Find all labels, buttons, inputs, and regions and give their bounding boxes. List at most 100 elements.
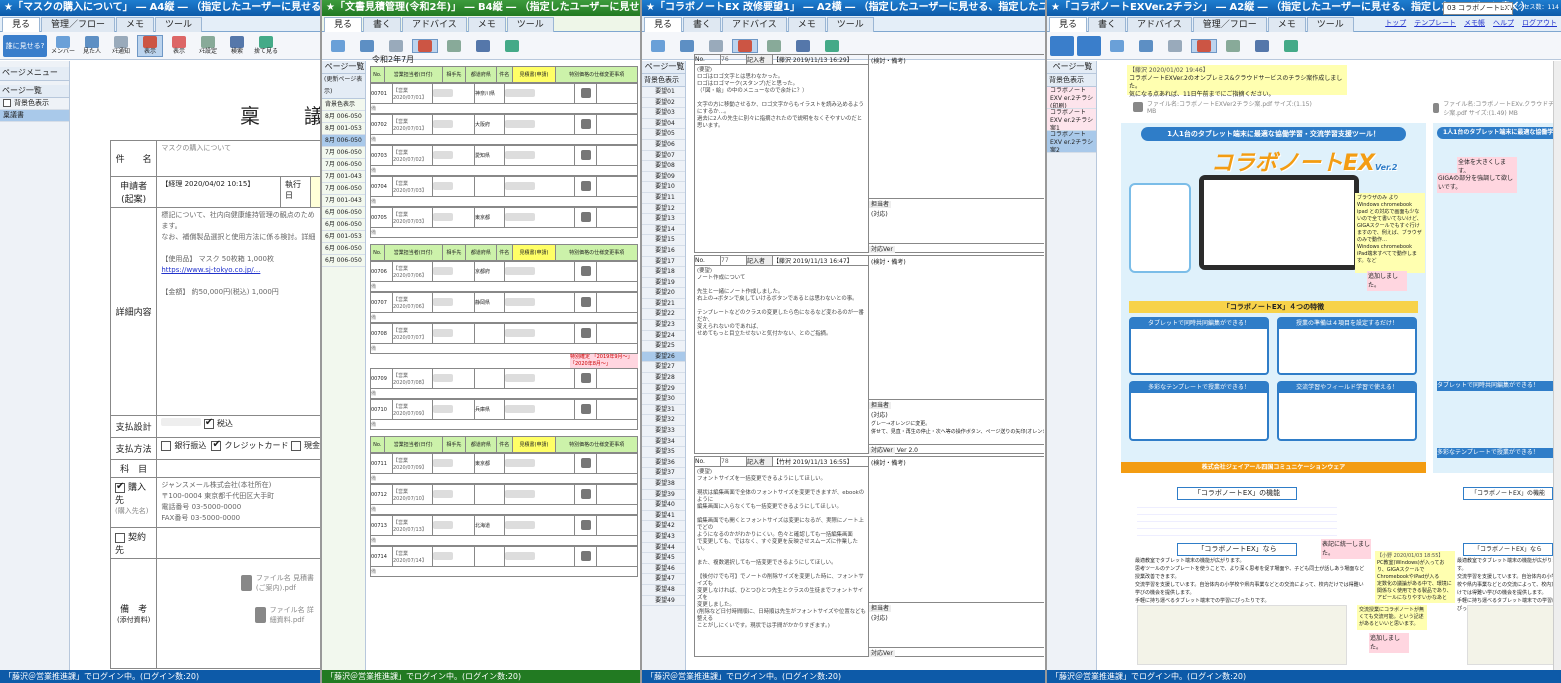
page-item[interactable]: 要望24	[642, 331, 685, 342]
discard-button[interactable]	[1278, 39, 1304, 52]
page-item[interactable]: 要望41	[642, 511, 685, 522]
page-item[interactable]: 要望38	[642, 479, 685, 490]
file-icon[interactable]	[580, 211, 591, 222]
page-item[interactable]: 要望46	[642, 564, 685, 575]
memo-notify-button[interactable]	[383, 39, 409, 52]
share-button[interactable]: 誰に見せる?	[3, 34, 47, 57]
page-item[interactable]: 要望32	[642, 415, 685, 426]
request-body[interactable]: (要望) ロゴはロゴ文字とは思わなかった。 ロゴはロゴマーク(スタンプ)だと思った。…	[694, 64, 869, 253]
tab-memo[interactable]: メモ	[1267, 17, 1306, 32]
tab-advice[interactable]: アドバイス	[402, 17, 467, 32]
page-item[interactable]: 要望14	[642, 225, 685, 236]
page-item[interactable]: 6月 006-050	[322, 255, 365, 267]
memo-note[interactable]: 【藤沢 2020/01/02 19:46】 コラボノートEXVer.2のオンプレ…	[1127, 65, 1347, 98]
bg-color-toggle[interactable]: 背景色表示	[0, 98, 69, 110]
memo-settings-button[interactable]: ﾒﾓ設定	[195, 35, 221, 56]
sticky-note-7[interactable]: 追加しました。	[1369, 633, 1409, 653]
detail-value[interactable]: 標記について、社内向健康維持管理の観点のため ます。 なお、補償製品選択と使用方法に…	[156, 207, 320, 416]
page-item[interactable]: 要望01	[642, 87, 685, 98]
table-row[interactable]: 00709 【営業 2020/07/08】備	[370, 368, 638, 399]
page-item[interactable]: 要望11	[642, 193, 685, 204]
discard-button[interactable]	[819, 39, 845, 52]
tab-view[interactable]: 見る	[644, 17, 683, 32]
file-icon[interactable]	[580, 550, 591, 561]
page-item[interactable]: 要望39	[642, 490, 685, 501]
tab-manage[interactable]: 管理／フロー	[1192, 17, 1267, 32]
file-icon[interactable]	[580, 403, 591, 414]
page-item[interactable]: 要望47	[642, 574, 685, 585]
table-row[interactable]: 00702 【営業 2020/07/01】 大阪府備	[370, 114, 638, 145]
page-item[interactable]: 要望19	[642, 278, 685, 289]
table-row[interactable]: 00706 【営業 2020/07/06】 京都府備	[370, 261, 638, 292]
table-row[interactable]: 00708 【営業 2020/07/07】備	[370, 323, 638, 354]
bg-color-toggle[interactable]: 背景色表示	[1047, 74, 1096, 87]
page-item[interactable]: 6月 006-050	[322, 243, 365, 255]
tab-manage[interactable]: 管理／フロー	[41, 17, 116, 32]
page-item-draft2[interactable]: コラボノートEXV er.2チラシ案2	[1047, 131, 1096, 153]
memo-notify-button[interactable]	[703, 39, 729, 52]
link-logout[interactable]: ログアウト	[1522, 18, 1557, 28]
page-item[interactable]: 8月 006-050	[322, 135, 365, 147]
discard-button[interactable]	[499, 39, 525, 52]
page-item[interactable]: 要望10	[642, 182, 685, 193]
viewed-button[interactable]	[1133, 39, 1159, 52]
page-item[interactable]: 7月 006-050	[322, 159, 365, 171]
tab-write[interactable]: 書く	[1088, 17, 1127, 32]
search-button[interactable]	[470, 39, 496, 52]
page-item[interactable]: 背景色表示	[322, 99, 365, 111]
table-row[interactable]: 00714 【営業 2020/07/14】備	[370, 546, 638, 577]
table-row[interactable]: 00703 【営業 2020/07/02】 愛知県備	[370, 145, 638, 176]
page-item[interactable]: 7月 001-043	[322, 195, 365, 207]
link-memo[interactable]: メモ帳	[1464, 18, 1485, 28]
page-item[interactable]: 要望49	[642, 596, 685, 607]
tab-advice[interactable]: アドバイス	[722, 17, 787, 32]
display-button[interactable]: 表示	[166, 35, 192, 56]
page-item[interactable]: 要望26	[642, 351, 685, 363]
page-item[interactable]: 7月 006-050	[322, 183, 365, 195]
table-row[interactable]: 00707 【営業 2020/07/06】 静岡県備	[370, 292, 638, 323]
credit-card-checkbox[interactable]	[211, 439, 222, 451]
memo-settings-button[interactable]	[441, 39, 467, 52]
table-row[interactable]: 00713 【営業 2020/07/13】 北海道備	[370, 515, 638, 546]
file-icon[interactable]	[580, 296, 591, 307]
vendor-checkbox[interactable]	[115, 481, 125, 493]
page-item[interactable]: 要望27	[642, 362, 685, 374]
subject-value[interactable]: マスクの購入について	[156, 140, 320, 177]
members-button[interactable]: メンバー	[50, 35, 76, 56]
page-item[interactable]: 6月 006-050	[322, 207, 365, 219]
page-item[interactable]: 要望42	[642, 521, 685, 532]
page-item[interactable]: 要望20	[642, 288, 685, 299]
page-item[interactable]: 要望33	[642, 426, 685, 437]
attachment-1[interactable]: ファイル名:コラボノートEXVer2チラシ案.pdf サイズ:(1.15) MB	[1133, 99, 1323, 115]
file-icon[interactable]	[580, 457, 591, 468]
tab-view[interactable]: 見る	[1049, 17, 1088, 32]
table-row[interactable]: 00705 【営業 2020/07/03】 東京都備	[370, 207, 638, 238]
page-item[interactable]: 要望12	[642, 204, 685, 215]
page-item[interactable]: 8月 006-050	[322, 111, 365, 123]
page-item[interactable]: 要望07	[642, 151, 685, 162]
viewed-button[interactable]	[354, 39, 380, 52]
page-item-ringi[interactable]: 稟議書	[0, 110, 69, 122]
table-row[interactable]: 00710 【営業 2020/07/09】 兵庫県備	[370, 399, 638, 430]
rotate-button[interactable]: 表示	[137, 34, 163, 57]
vertical-scrollbar[interactable]	[1553, 61, 1561, 670]
page-item[interactable]: 要望35	[642, 447, 685, 458]
sticky-note-6[interactable]: 交流授業にコラボノートが無くても交流可能。という記述があるといいと思います。	[1357, 605, 1427, 630]
tab-tools[interactable]: ツール	[826, 17, 874, 32]
page-item[interactable]: 7月 006-050	[322, 147, 365, 159]
file-icon[interactable]	[580, 488, 591, 499]
page-item[interactable]: 要望09	[642, 172, 685, 183]
sticky-note-3[interactable]: GIGAの部分を強調して欲しいです。	[1437, 173, 1517, 193]
tab-tools[interactable]: ツール	[506, 17, 554, 32]
page-item[interactable]: 要望16	[642, 246, 685, 257]
share-button[interactable]	[1050, 35, 1074, 56]
tab-write[interactable]: 書く	[683, 17, 722, 32]
bg-color-toggle[interactable]: 背景色表示	[642, 74, 685, 87]
page-item[interactable]: 要望08	[642, 161, 685, 172]
page-item[interactable]: 6月 006-050	[322, 219, 365, 231]
viewed-button[interactable]: 見た人	[79, 35, 105, 56]
page-item[interactable]: 要望06	[642, 140, 685, 151]
memo-settings-button[interactable]	[761, 39, 787, 52]
page-item[interactable]: 要望23	[642, 320, 685, 331]
tab-view[interactable]: 見る	[324, 17, 363, 32]
